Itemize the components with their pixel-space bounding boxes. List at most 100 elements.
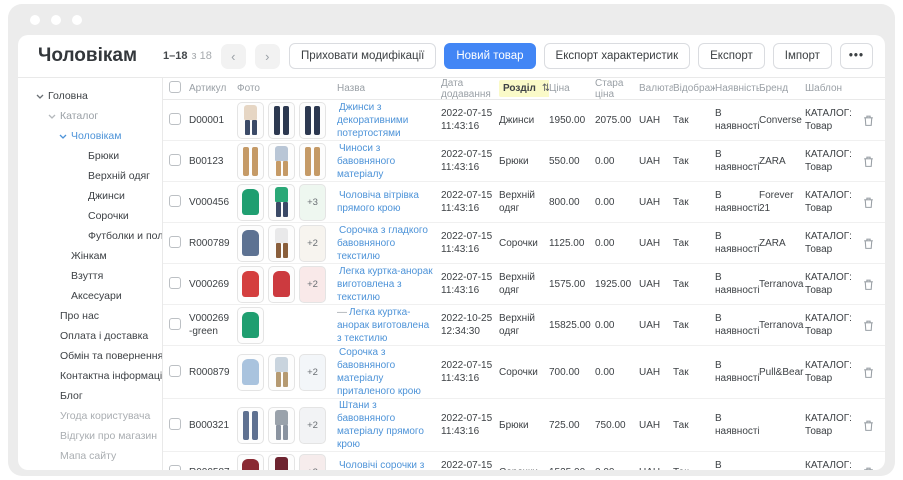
product-photo-thumb[interactable] (299, 143, 326, 180)
product-photo-thumb[interactable] (268, 143, 295, 180)
hide-modifications-button[interactable]: Приховати модифікації (289, 43, 436, 69)
product-name-link[interactable]: Легка куртка-анорак виготовлена з тексти… (337, 307, 429, 344)
product-photo-thumb[interactable] (237, 225, 264, 262)
product-photo-thumb[interactable] (237, 102, 264, 139)
column-name[interactable]: Назва (337, 83, 441, 94)
product-name-link[interactable]: Штани з бавовняного матеріалу прямого кр… (337, 400, 424, 450)
product-photo-thumb[interactable] (268, 266, 295, 303)
product-photo-thumb[interactable] (237, 407, 264, 444)
sidebar-item[interactable]: Жінкам (18, 246, 162, 266)
product-photo-thumb[interactable] (237, 143, 264, 180)
sidebar-item[interactable]: Угода користувача (18, 406, 162, 426)
sidebar-item[interactable]: Сорочки (18, 206, 162, 226)
sidebar-item[interactable]: Відгуки про магазин (18, 426, 162, 446)
sidebar-item[interactable]: Брюки (18, 146, 162, 166)
product-photo-thumb[interactable] (268, 454, 295, 471)
product-photo-thumb[interactable] (299, 102, 326, 139)
column-photo[interactable]: Фото (237, 83, 337, 94)
product-name-link[interactable]: Чоловіча вітрівка прямого крою (337, 190, 419, 214)
more-photos-badge[interactable]: +2 (299, 266, 326, 303)
product-name-link[interactable]: Чоловічі сорочки з легкого текстилю (337, 460, 424, 470)
column-display[interactable]: Відображати (673, 83, 715, 94)
product-name-link[interactable]: Джинси з декоративними потертостями (337, 102, 408, 139)
sidebar-item[interactable]: Верхній одяг (18, 166, 162, 186)
delete-button[interactable] (862, 366, 875, 379)
template-value: КАТАЛОГ: Товар (805, 412, 857, 438)
delete-button[interactable] (862, 196, 875, 209)
more-actions-button[interactable]: ••• (840, 43, 873, 69)
delete-button[interactable] (862, 237, 875, 250)
new-product-button[interactable]: Новий товар (444, 43, 535, 69)
product-name-link[interactable]: Сорочка з гладкого бавовняного текстилю (337, 225, 428, 262)
export-button[interactable]: Експорт (698, 43, 765, 69)
sidebar-item[interactable]: Каталог (18, 106, 162, 126)
delete-button[interactable] (862, 466, 875, 471)
more-photos-badge[interactable]: +2 (299, 407, 326, 444)
column-currency[interactable]: Валюта (639, 83, 673, 94)
column-article[interactable]: Артикул (189, 83, 237, 94)
product-photo-thumb[interactable] (268, 184, 295, 221)
product-name-link[interactable]: Сорочка з бавовняного матеріалу притален… (337, 347, 421, 397)
sidebar-item[interactable]: Взуття (18, 266, 162, 286)
sorted-column-highlight[interactable]: Розділ ⇅ (499, 80, 549, 97)
row-checkbox[interactable] (169, 318, 181, 330)
pagination-next-button[interactable]: › (255, 44, 280, 69)
sidebar-item-label: Про нас (60, 310, 99, 322)
template-value: КАТАЛОГ: Товар (805, 107, 857, 133)
column-availability[interactable]: Наявність (715, 83, 759, 94)
row-checkbox[interactable] (169, 465, 181, 471)
sidebar-item[interactable]: Блог (18, 386, 162, 406)
column-price[interactable]: Ціна (549, 83, 595, 94)
more-photos-badge[interactable]: +2 (299, 225, 326, 262)
column-old-price[interactable]: Стара ціна (595, 78, 639, 100)
sidebar-item[interactable]: Головна (18, 86, 162, 106)
delete-button[interactable] (862, 114, 875, 127)
row-checkbox[interactable] (169, 236, 181, 248)
more-photos-badge[interactable]: +2 (299, 454, 326, 471)
sidebar-item[interactable]: Оплата і доставка (18, 326, 162, 346)
sidebar-item[interactable]: Аксесуари (18, 286, 162, 306)
product-name-link[interactable]: Чиноси з бавовняного матеріалу (337, 143, 395, 180)
select-all-checkbox[interactable] (169, 81, 181, 93)
delete-button[interactable] (862, 278, 875, 291)
product-photo-thumb[interactable] (268, 225, 295, 262)
product-photo-thumb[interactable] (237, 454, 264, 471)
product-photo-thumb[interactable] (268, 407, 295, 444)
product-photo-thumb[interactable] (268, 102, 295, 139)
product-photo-thumb[interactable] (237, 354, 264, 391)
row-checkbox[interactable] (169, 418, 181, 430)
delete-button[interactable] (862, 319, 875, 332)
sort-icon[interactable]: ⇅ (542, 83, 549, 94)
more-photos-badge[interactable]: +3 (299, 184, 326, 221)
product-photo-thumb[interactable] (237, 307, 264, 344)
export-characteristics-button[interactable]: Експорт характеристик (544, 43, 691, 69)
currency-value: UAH (639, 279, 673, 290)
import-button[interactable]: Імпорт (773, 43, 832, 69)
window-dot-icon[interactable] (51, 15, 61, 25)
column-template[interactable]: Шаблон (805, 83, 857, 94)
window-dot-icon[interactable] (72, 15, 82, 25)
window-dot-icon[interactable] (30, 15, 40, 25)
delete-button[interactable] (862, 419, 875, 432)
product-photo-thumb[interactable] (237, 184, 264, 221)
pagination-prev-button[interactable]: ‹ (221, 44, 246, 69)
sidebar-item[interactable]: Футболки и поло (18, 226, 162, 246)
delete-button[interactable] (862, 155, 875, 168)
sidebar-item[interactable]: Про нас (18, 306, 162, 326)
row-checkbox[interactable] (169, 195, 181, 207)
more-photos-badge[interactable]: +2 (299, 354, 326, 391)
row-checkbox[interactable] (169, 365, 181, 377)
sidebar-item[interactable]: Джинси (18, 186, 162, 206)
sidebar-item[interactable]: Чоловікам (18, 126, 162, 146)
row-checkbox[interactable] (169, 113, 181, 125)
sidebar-item[interactable]: Обмін та повернення (18, 346, 162, 366)
product-name-link[interactable]: Легка куртка-анорак виготовлена з тексти… (337, 266, 433, 303)
product-photo-thumb[interactable] (237, 266, 264, 303)
sidebar-item[interactable]: Мапа сайту (18, 446, 162, 466)
sidebar-item[interactable]: Контактна інформація (18, 366, 162, 386)
row-checkbox[interactable] (169, 277, 181, 289)
column-date[interactable]: Дата додавання (441, 78, 499, 100)
product-photo-thumb[interactable] (268, 354, 295, 391)
column-brand[interactable]: Бренд (759, 83, 805, 94)
row-checkbox[interactable] (169, 154, 181, 166)
